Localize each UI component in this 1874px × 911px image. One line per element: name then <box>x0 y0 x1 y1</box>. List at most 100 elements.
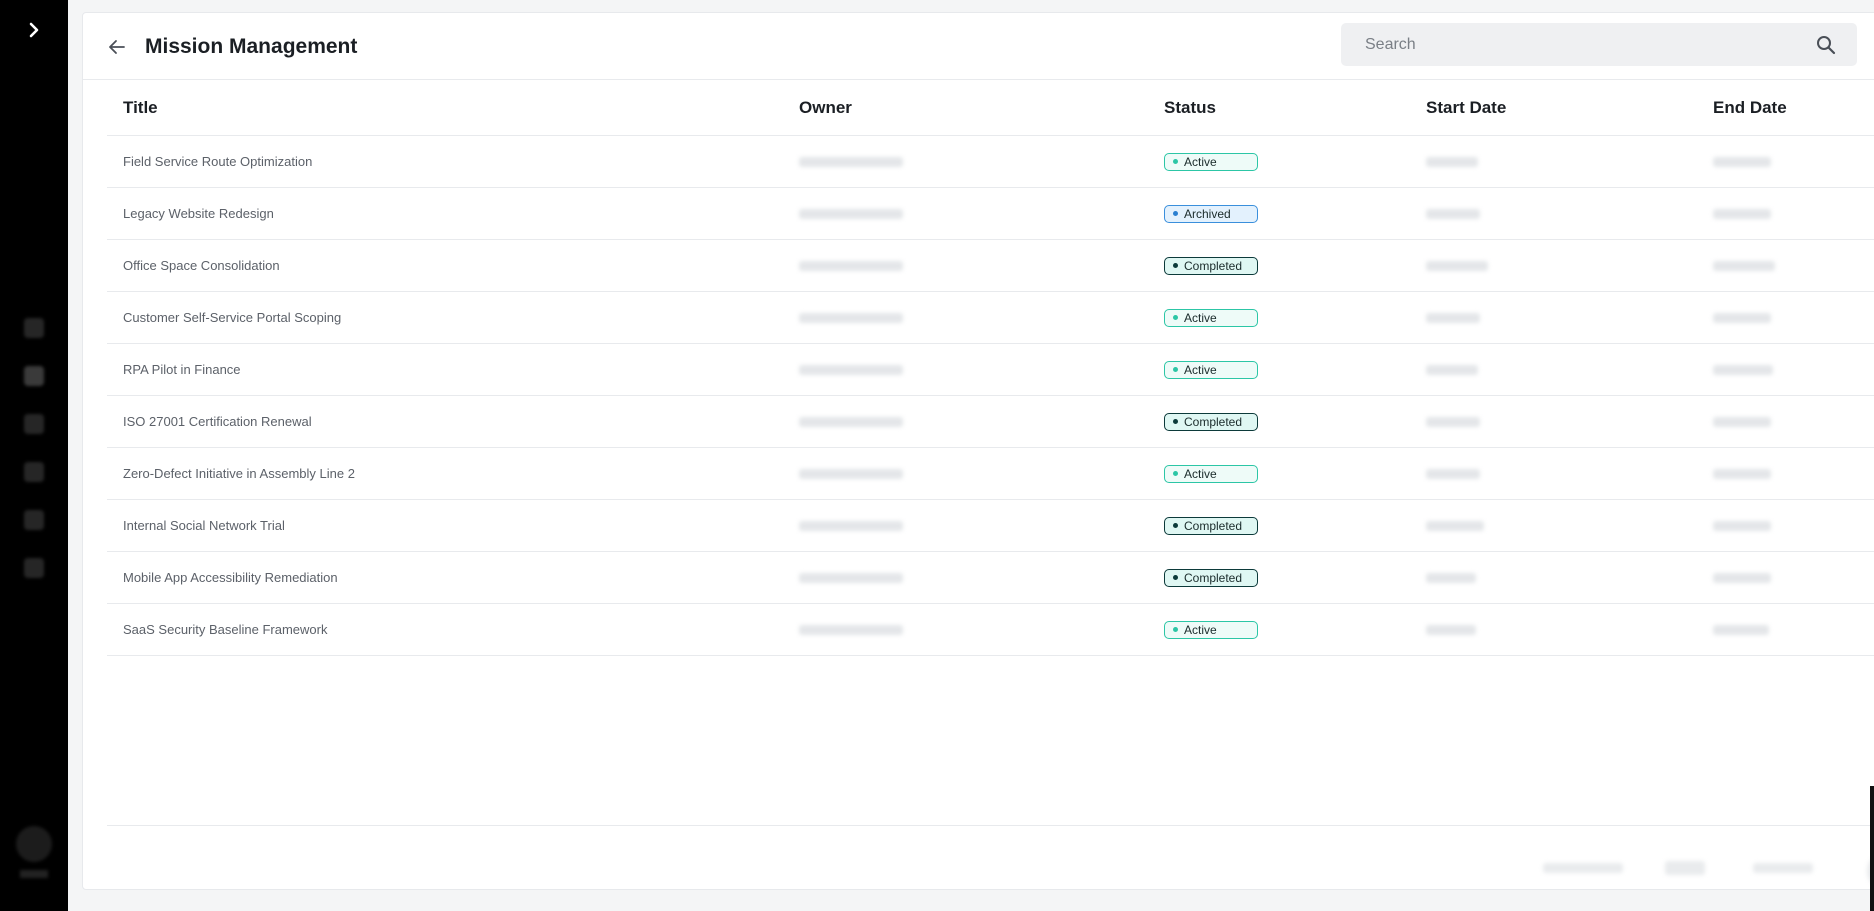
row-status: Completed <box>1164 396 1258 447</box>
table-row[interactable]: Zero-Defect Initiative in Assembly Line … <box>107 448 1874 500</box>
table-body: Field Service Route Optimization Active Le… <box>107 136 1874 656</box>
row-title[interactable]: Mobile App Accessibility Remediation <box>123 552 338 603</box>
row-end-date <box>1713 292 1771 343</box>
status-label: Active <box>1184 466 1217 481</box>
row-owner <box>799 552 903 603</box>
row-owner <box>799 292 903 343</box>
status-label: Active <box>1184 362 1217 377</box>
row-end-date <box>1713 240 1775 291</box>
search-box[interactable] <box>1341 23 1857 66</box>
row-title[interactable]: Zero-Defect Initiative in Assembly Line … <box>123 448 355 499</box>
row-title[interactable]: Internal Social Network Trial <box>123 500 285 551</box>
row-end-date <box>1713 188 1771 239</box>
row-start-date <box>1426 500 1484 551</box>
row-title[interactable]: RPA Pilot in Finance <box>123 344 241 395</box>
nav-icon-2[interactable] <box>24 366 44 386</box>
row-end-date <box>1713 500 1771 551</box>
status-badge: Completed <box>1164 516 1258 535</box>
page-title: Mission Management <box>145 35 358 58</box>
status-badge: Completed <box>1164 256 1258 275</box>
search-icon[interactable] <box>1815 34 1837 56</box>
row-title[interactable]: Office Space Consolidation <box>123 240 280 291</box>
status-label: Archived <box>1184 206 1231 221</box>
row-status: Active <box>1164 448 1258 499</box>
table-row[interactable]: Field Service Route Optimization Active <box>107 136 1874 188</box>
status-dot-icon <box>1173 575 1178 580</box>
table-footer-divider <box>107 825 1874 826</box>
row-end-date <box>1713 344 1773 395</box>
status-badge: Active <box>1164 308 1258 327</box>
avatar-label <box>20 870 48 878</box>
status-label: Completed <box>1184 518 1243 533</box>
row-start-date <box>1426 396 1480 447</box>
status-dot-icon <box>1173 471 1178 476</box>
column-header-end-date[interactable]: End Date <box>1713 98 1787 118</box>
nav-icon-4[interactable] <box>24 462 44 482</box>
row-start-date <box>1426 448 1480 499</box>
column-header-owner[interactable]: Owner <box>799 98 852 118</box>
window-edge <box>1870 786 1874 911</box>
pagination <box>1535 853 1874 889</box>
status-dot-icon <box>1173 211 1178 216</box>
row-end-date <box>1713 604 1769 655</box>
table-row[interactable]: Mobile App Accessibility Remediation Comp… <box>107 552 1874 604</box>
status-badge: Active <box>1164 620 1258 639</box>
search-input[interactable] <box>1341 23 1805 66</box>
page-range-label <box>1753 863 1813 873</box>
status-label: Active <box>1184 154 1217 169</box>
sidebar <box>0 0 68 911</box>
avatar[interactable] <box>16 826 52 862</box>
row-owner <box>799 500 903 551</box>
table-header: Title Owner Status Start Date End Date <box>107 79 1874 136</box>
row-status: Active <box>1164 604 1258 655</box>
row-status: Archived <box>1164 188 1258 239</box>
row-start-date <box>1426 552 1476 603</box>
status-label: Completed <box>1184 258 1243 273</box>
row-end-date <box>1713 552 1771 603</box>
row-start-date <box>1426 604 1476 655</box>
row-title[interactable]: Legacy Website Redesign <box>123 188 274 239</box>
nav-icon-5[interactable] <box>24 510 44 530</box>
row-title[interactable]: ISO 27001 Certification Renewal <box>123 396 312 447</box>
table-row[interactable]: ISO 27001 Certification Renewal Completed <box>107 396 1874 448</box>
row-title[interactable]: SaaS Security Baseline Framework <box>123 604 327 655</box>
row-owner <box>799 396 903 447</box>
row-start-date <box>1426 344 1478 395</box>
status-dot-icon <box>1173 367 1178 372</box>
status-badge: Completed <box>1164 412 1258 431</box>
row-status: Active <box>1164 292 1258 343</box>
table-row[interactable]: Office Space Consolidation Completed <box>107 240 1874 292</box>
row-end-date <box>1713 448 1771 499</box>
column-header-title[interactable]: Title <box>123 98 158 118</box>
row-start-date <box>1426 188 1480 239</box>
row-owner <box>799 448 903 499</box>
arrow-left-icon[interactable] <box>105 35 129 59</box>
row-title[interactable]: Customer Self-Service Portal Scoping <box>123 292 341 343</box>
row-end-date <box>1713 136 1771 187</box>
status-badge: Completed <box>1164 568 1258 587</box>
status-dot-icon <box>1173 523 1178 528</box>
row-status: Completed <box>1164 552 1258 603</box>
table-row[interactable]: Customer Self-Service Portal Scoping Acti… <box>107 292 1874 344</box>
row-title[interactable]: Field Service Route Optimization <box>123 136 312 187</box>
row-status: Active <box>1164 136 1258 187</box>
status-dot-icon <box>1173 263 1178 268</box>
rows-per-page-select[interactable] <box>1665 861 1705 875</box>
missions-table: Title Owner Status Start Date End Date F… <box>107 79 1874 656</box>
table-row[interactable]: Legacy Website Redesign Archived <box>107 188 1874 240</box>
status-badge: Archived <box>1164 204 1258 223</box>
row-owner <box>799 136 903 187</box>
main-card: Mission Management Title Owner Status St… <box>82 12 1874 890</box>
table-row[interactable]: Internal Social Network Trial Completed <box>107 500 1874 552</box>
row-status: Active <box>1164 344 1258 395</box>
chevron-right-icon[interactable] <box>20 16 48 44</box>
table-row[interactable]: RPA Pilot in Finance Active <box>107 344 1874 396</box>
column-header-status[interactable]: Status <box>1164 98 1216 118</box>
nav-icon-6[interactable] <box>24 558 44 578</box>
column-header-start-date[interactable]: Start Date <box>1426 98 1506 118</box>
table-row[interactable]: SaaS Security Baseline Framework Active <box>107 604 1874 656</box>
row-start-date <box>1426 240 1488 291</box>
row-end-date <box>1713 396 1771 447</box>
nav-icon-3[interactable] <box>24 414 44 434</box>
nav-icon-1[interactable] <box>24 318 44 338</box>
